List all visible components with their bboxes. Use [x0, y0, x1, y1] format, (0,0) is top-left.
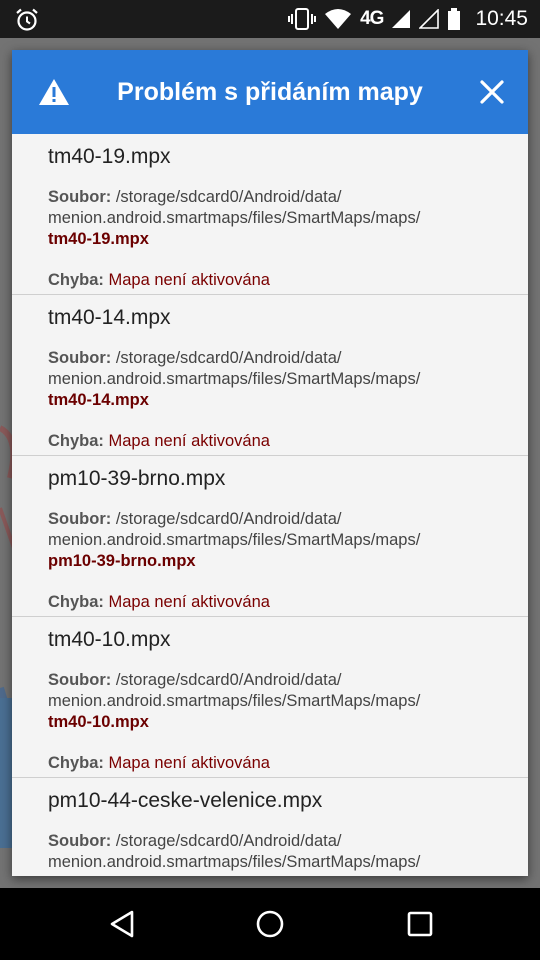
error-label: Chyba: [48, 754, 104, 772]
path-line2: menion.android.smartmaps/files/SmartMaps… [48, 692, 421, 710]
dialog-header: Problém s přidáním mapy [12, 50, 528, 134]
error-text: Mapa není aktivována [108, 432, 270, 450]
path-line2: menion.android.smartmaps/files/SmartMaps… [48, 853, 421, 871]
network-type: 4G [360, 8, 384, 29]
list-item[interactable]: pm10-44-ceske-velenice.mpx Soubor: /stor… [12, 778, 528, 876]
dialog-title: Problém s přidáním mapy [117, 78, 423, 106]
map-file-path: Soubor: /storage/sdcard0/Android/data/ m… [48, 670, 492, 733]
close-icon[interactable] [478, 78, 506, 106]
list-item[interactable]: pm10-39-brno.mpx Soubor: /storage/sdcard… [12, 456, 528, 617]
map-error-list[interactable]: tm40-19.mpx Soubor: /storage/sdcard0/And… [12, 134, 528, 876]
map-error: Chyba: Mapa není aktivována [48, 431, 492, 452]
path-line2: menion.android.smartmaps/files/SmartMaps… [48, 531, 421, 549]
home-icon[interactable] [254, 908, 286, 940]
map-file-path: Soubor: /storage/sdcard0/Android/data/ m… [48, 831, 492, 873]
path-label: Soubor: [48, 510, 112, 528]
map-error-dialog: Problém s přidáním mapy tm40-19.mpx Soub… [12, 50, 528, 876]
recents-icon[interactable] [404, 908, 436, 940]
path-line1: /storage/sdcard0/Android/data/ [115, 510, 342, 528]
map-file-path: Soubor: /storage/sdcard0/Android/data/ m… [48, 509, 492, 572]
path-line2: menion.android.smartmaps/files/SmartMaps… [48, 209, 421, 227]
path-file: tm40-14.mpx [48, 391, 149, 409]
map-file-path: Soubor: /storage/sdcard0/Android/data/ m… [48, 348, 492, 411]
list-item[interactable]: tm40-14.mpx Soubor: /storage/sdcard0/And… [12, 295, 528, 456]
error-label: Chyba: [48, 593, 104, 611]
path-label: Soubor: [48, 832, 112, 850]
path-line1: /storage/sdcard0/Android/data/ [115, 188, 342, 206]
warning-icon [39, 79, 69, 105]
error-text: Mapa není aktivována [108, 593, 270, 611]
navigation-bar [0, 888, 540, 960]
clock: 10:45 [475, 7, 528, 30]
map-error: Chyba: Mapa není aktivována [48, 753, 492, 774]
map-file-name: pm10-39-brno.mpx [48, 467, 226, 490]
path-line1: /storage/sdcard0/Android/data/ [115, 671, 342, 689]
error-text: Mapa není aktivována [108, 271, 270, 289]
signal-empty-icon [419, 9, 440, 29]
error-label: Chyba: [48, 432, 104, 450]
map-file-name: tm40-19.mpx [48, 145, 171, 168]
map-error: Chyba: Mapa není aktivována [48, 270, 492, 291]
path-line1: /storage/sdcard0/Android/data/ [115, 349, 342, 367]
wifi-icon [325, 9, 352, 29]
path-line1: /storage/sdcard0/Android/data/ [115, 832, 342, 850]
signal-icon [392, 10, 411, 28]
alarm-icon [16, 8, 38, 31]
status-bar: 4G 10:45 [0, 0, 540, 38]
list-item[interactable]: tm40-19.mpx Soubor: /storage/sdcard0/And… [12, 134, 528, 295]
path-label: Soubor: [48, 188, 112, 206]
path-file: pm10-39-brno.mpx [48, 552, 196, 570]
path-line2: menion.android.smartmaps/files/SmartMaps… [48, 370, 421, 388]
path-label: Soubor: [48, 349, 112, 367]
path-file: tm40-10.mpx [48, 713, 149, 731]
map-file-name: tm40-10.mpx [48, 628, 171, 651]
path-label: Soubor: [48, 671, 112, 689]
map-file-path: Soubor: /storage/sdcard0/Android/data/ m… [48, 187, 492, 250]
list-item[interactable]: tm40-10.mpx Soubor: /storage/sdcard0/And… [12, 617, 528, 778]
map-file-name: pm10-44-ceske-velenice.mpx [48, 789, 323, 812]
map-file-name: tm40-14.mpx [48, 306, 171, 329]
vibrate-icon [288, 8, 317, 30]
error-text: Mapa není aktivována [108, 754, 270, 772]
battery-icon [448, 8, 461, 30]
path-file: tm40-19.mpx [48, 230, 149, 248]
map-error: Chyba: Mapa není aktivována [48, 592, 492, 613]
back-icon[interactable] [106, 908, 138, 940]
error-label: Chyba: [48, 271, 104, 289]
